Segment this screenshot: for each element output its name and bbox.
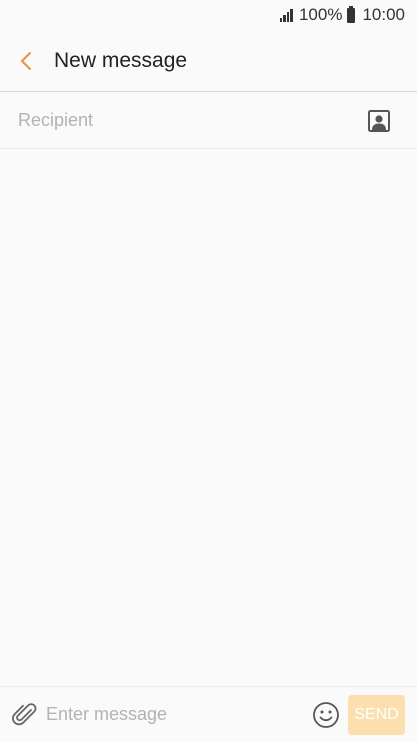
attach-button[interactable] <box>0 687 50 742</box>
status-bar: 100% 10:00 <box>0 0 417 30</box>
emoji-button[interactable] <box>306 687 346 742</box>
back-button[interactable] <box>0 30 52 92</box>
battery-icon <box>347 5 356 23</box>
new-message-screen: 100% 10:00 New message Recipient Enter m… <box>0 0 417 742</box>
battery-percentage: 100% <box>298 5 343 24</box>
conversation-area <box>0 150 417 685</box>
page-title: New message <box>54 48 188 72</box>
compose-bar: SEND <box>0 686 417 742</box>
recipient-input[interactable] <box>18 110 367 131</box>
send-button[interactable]: SEND <box>348 694 405 735</box>
chevron-left-icon <box>21 51 31 70</box>
contact-card-icon <box>368 109 390 132</box>
recipient-row <box>0 93 417 149</box>
smiley-icon <box>313 701 339 728</box>
clock: 10:00 <box>362 5 405 24</box>
signal-icon <box>279 8 293 22</box>
message-input[interactable] <box>46 704 306 725</box>
paperclip-icon <box>12 702 37 725</box>
app-bar: New message <box>0 30 417 92</box>
contacts-button[interactable] <box>367 109 391 133</box>
